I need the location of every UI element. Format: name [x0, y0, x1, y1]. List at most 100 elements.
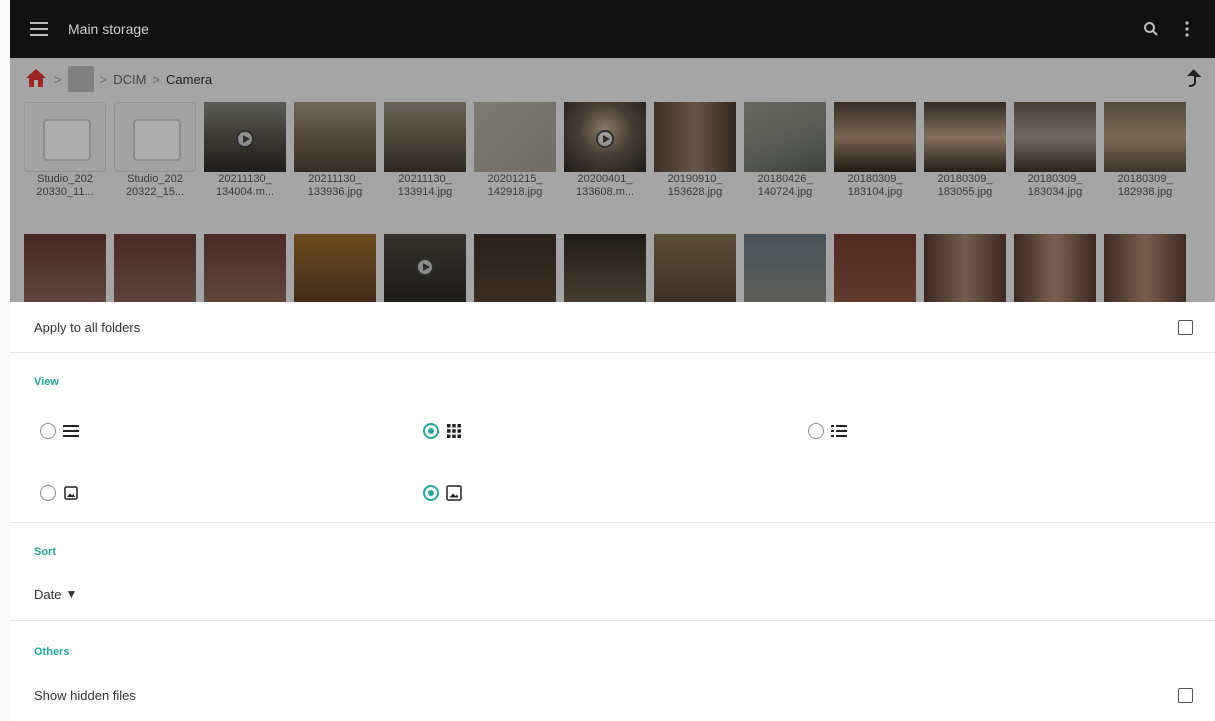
sort-value[interactable]: Date	[34, 587, 61, 602]
radio-button[interactable]	[40, 423, 56, 439]
file-name: 20180309_ 182938.jpg	[1117, 173, 1173, 198]
photo-thumbnail	[474, 234, 556, 302]
play-icon	[416, 258, 434, 276]
file-thumbnail	[24, 102, 106, 172]
radio-button-selected[interactable]	[423, 423, 439, 439]
video-thumbnail	[564, 102, 646, 172]
show-hidden-files-row[interactable]: Show hidden files	[10, 680, 1215, 710]
file-tile[interactable]	[830, 234, 920, 302]
file-tile[interactable]: 20201215_ 142918.jpg	[470, 102, 560, 200]
photo-thumbnail	[294, 234, 376, 302]
photo-thumbnail	[744, 102, 826, 172]
up-arrow-icon[interactable]	[1185, 68, 1202, 91]
app-bar: Main storage	[10, 0, 1215, 58]
file-tile[interactable]: 20190910_ 153628.jpg	[650, 102, 740, 200]
apply-to-all-checkbox[interactable]	[1178, 319, 1193, 335]
photo-thumbnail	[1014, 234, 1096, 302]
others-section-header: Others	[10, 642, 1215, 662]
app-title: Main storage	[68, 21, 149, 37]
thumbnail-option-off[interactable]	[40, 484, 80, 502]
file-tile[interactable]	[380, 234, 470, 302]
file-tile[interactable]	[740, 234, 830, 302]
sort-section-header: Sort	[10, 542, 1215, 562]
file-tile[interactable]	[290, 234, 380, 302]
breadcrumb-camera[interactable]: Camera	[166, 72, 212, 87]
apply-to-all-label: Apply to all folders	[34, 319, 141, 335]
file-tile[interactable]: 20180309_ 183104.jpg	[830, 102, 920, 200]
screen: Main storage > > DCIM > Camera Studio_20…	[0, 0, 1215, 721]
file-name: Studio_202 20330_11...	[36, 173, 94, 198]
file-tile[interactable]	[110, 234, 200, 302]
breadcrumb-separator: >	[54, 71, 62, 87]
view-settings-sheet: Apply to all folders View Sort Date ▼ Ot…	[10, 302, 1215, 721]
file-tile[interactable]: 20180426_ 140724.jpg	[740, 102, 830, 200]
play-icon	[596, 130, 614, 148]
view-option-detailed-list[interactable]	[808, 422, 848, 440]
file-name: 20201215_ 142918.jpg	[487, 173, 543, 198]
file-tile[interactable]: 20211130_ 134004.m...	[200, 102, 290, 200]
storage-folder-icon[interactable]	[67, 66, 94, 92]
file-name: 20180309_ 183055.jpg	[937, 173, 993, 198]
photo-thumbnail	[924, 102, 1006, 172]
file-tile[interactable]	[1010, 234, 1100, 302]
show-hidden-files-checkbox[interactable]	[1178, 687, 1193, 703]
breadcrumb-separator: >	[152, 71, 160, 87]
play-icon	[236, 130, 254, 148]
thumbnail-option-on[interactable]	[423, 484, 463, 502]
photo-thumbnail	[564, 234, 646, 302]
photo-thumbnail	[834, 234, 916, 302]
photo-thumbnail	[294, 102, 376, 172]
hamburger-menu-icon[interactable]	[10, 0, 68, 58]
photo-thumbnail	[1014, 102, 1096, 172]
thumbnail-icon	[445, 484, 463, 502]
grid-view-icon	[445, 422, 463, 440]
file-tile[interactable]: 20211130_ 133936.jpg	[290, 102, 380, 200]
file-tile[interactable]: Studio_202 20322_15...	[110, 102, 200, 200]
file-tile[interactable]	[470, 234, 560, 302]
search-icon[interactable]	[1133, 0, 1169, 58]
list-view-icon	[62, 422, 80, 440]
divider	[10, 522, 1215, 523]
sort-direction-icon[interactable]: ▼	[65, 587, 77, 601]
file-tile[interactable]: 20180309_ 183034.jpg	[1010, 102, 1100, 200]
show-hidden-files-label: Show hidden files	[34, 687, 136, 703]
view-option-list[interactable]	[40, 422, 80, 440]
file-tile[interactable]	[1100, 234, 1190, 302]
photo-thumbnail	[744, 234, 826, 302]
file-tile[interactable]: 20200401_ 133608.m...	[560, 102, 650, 200]
more-vertical-icon[interactable]	[1169, 0, 1205, 58]
divider	[10, 352, 1215, 353]
file-tile[interactable]: 20180309_ 183055.jpg	[920, 102, 1010, 200]
breadcrumb-dcim[interactable]: DCIM	[113, 72, 146, 87]
file-name: 20211130_ 133914.jpg	[397, 173, 453, 198]
photo-thumbnail	[384, 102, 466, 172]
photo-thumbnail	[654, 234, 736, 302]
others-section-label: Others	[34, 646, 70, 658]
file-tile[interactable]: Studio_202 20330_11...	[20, 102, 110, 200]
photo-thumbnail	[474, 102, 556, 172]
video-thumbnail	[384, 234, 466, 302]
file-tile[interactable]	[920, 234, 1010, 302]
view-section-label: View	[34, 376, 59, 388]
file-grid-row	[20, 234, 1190, 302]
file-name: 20180426_ 140724.jpg	[757, 173, 813, 198]
photo-thumbnail	[24, 234, 106, 302]
file-tile[interactable]: 20180309_ 182938.jpg	[1100, 102, 1190, 200]
apply-to-all-row[interactable]: Apply to all folders	[10, 302, 1215, 352]
view-section-header: View	[10, 372, 1215, 392]
file-name: 20211130_ 133936.jpg	[307, 173, 363, 198]
radio-button[interactable]	[808, 423, 824, 439]
file-tile[interactable]	[650, 234, 740, 302]
file-name: 20200401_ 133608.m...	[575, 173, 635, 198]
sort-option-row[interactable]: Date ▼	[10, 582, 1215, 606]
view-option-grid[interactable]	[423, 422, 463, 440]
file-tile[interactable]	[560, 234, 650, 302]
breadcrumb-separator: >	[99, 71, 108, 87]
radio-button[interactable]	[40, 485, 56, 501]
radio-button-selected[interactable]	[423, 485, 439, 501]
file-tile[interactable]	[200, 234, 290, 302]
file-tile[interactable]	[20, 234, 110, 302]
home-icon[interactable]	[24, 66, 48, 93]
file-tile[interactable]: 20211130_ 133914.jpg	[380, 102, 470, 200]
file-name: Studio_202 20322_15...	[125, 173, 185, 198]
